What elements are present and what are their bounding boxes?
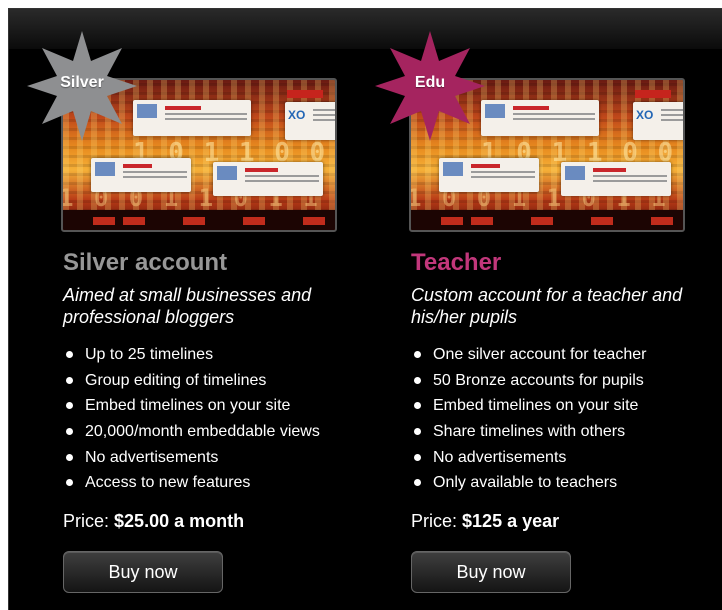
pricing-panel: 1 0 1 1 0 0 0 1 1 1 0 0 1 1 0 1 1 0 1 1 … [8,8,722,610]
bullet-icon [66,351,73,358]
bullet-icon [414,428,421,436]
bullet-icon [66,402,73,410]
list-item: 20,000/month embeddable views [63,422,320,448]
list-item: 50 Bronze accounts for pupils [411,371,646,397]
bullet-icon [414,453,421,461]
bullet-icon [66,376,73,384]
plan-silver: 1 0 1 1 0 0 0 1 1 1 0 0 1 1 0 1 1 0 1 1 … [27,9,361,610]
plan-title: Silver account [63,249,228,276]
badge-label: Silver [60,74,104,91]
list-item: One silver account for teacher [411,345,646,371]
plan-subtitle: Custom account for a teacher and his/her… [411,285,683,327]
badge-label: Edu [414,74,446,91]
plan-price: Price: $25.00 a month [63,511,244,532]
list-item: No advertisements [411,448,646,474]
feature-list: Up to 25 timelines Group editing of time… [63,345,320,499]
plan-title: Teacher [411,249,502,276]
plan-price: Price: $125 a year [411,511,559,532]
feature-list: One silver account for teacher 50 Bronze… [411,345,646,499]
plan-edu: 1 0 1 1 0 0 0 1 1 1 0 0 1 1 0 1 1 0 1 1 … [375,9,709,610]
list-item: Embed timelines on your site [63,396,320,422]
bullet-icon [414,479,421,487]
list-item: Share timelines with others [411,422,646,448]
list-item: Access to new features [63,473,320,499]
list-item: Group editing of timelines [63,371,320,397]
price-value: $25.00 a month [114,511,245,531]
buy-now-button[interactable]: Buy now [411,551,571,593]
price-value: $125 a year [462,511,560,531]
bullet-icon [66,479,73,487]
list-item: No advertisements [63,448,320,474]
plan-subtitle: Aimed at small businesses and profession… [63,285,312,327]
list-item: Only available to teachers [411,473,646,499]
bullet-icon [66,453,73,461]
edu-badge-icon: Edu [375,31,485,141]
price-label: Price: [411,511,458,531]
price-label: Price: [63,511,110,531]
bullet-icon [414,402,421,410]
list-item: Embed timelines on your site [411,396,646,422]
silver-badge-icon: Silver [27,31,137,141]
buy-now-button[interactable]: Buy now [63,551,223,593]
bullet-icon [414,351,421,358]
bullet-icon [414,376,421,384]
list-item: Up to 25 timelines [63,345,320,371]
bullet-icon [66,428,73,436]
